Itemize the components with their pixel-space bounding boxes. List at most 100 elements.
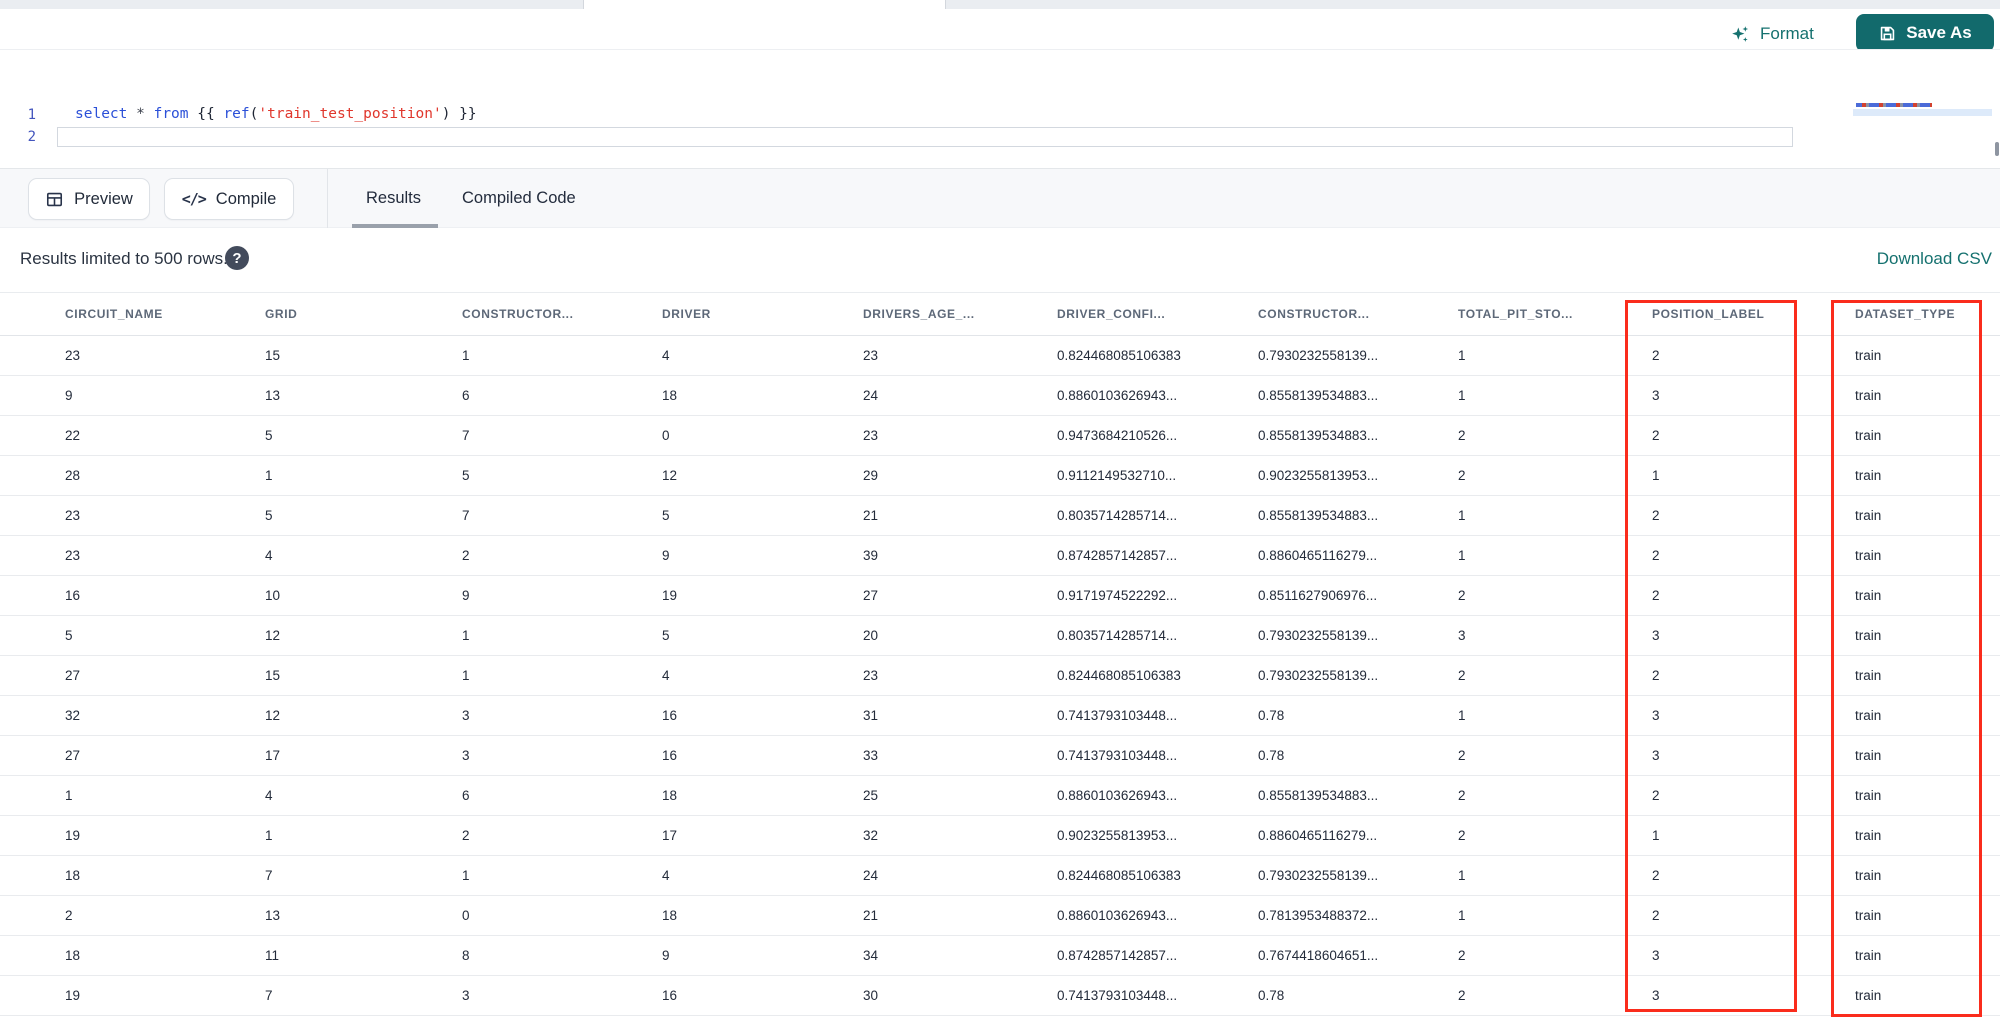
table-cell: 2 — [1458, 988, 1466, 1003]
table-cell: 3 — [1652, 748, 1660, 763]
column-header: DRIVER_CONFI... — [1057, 307, 1166, 321]
sql-ide-screen: Format Save As 1 2 select * from {{ ref(… — [0, 0, 2000, 1020]
table-cell: 2 — [1458, 588, 1466, 603]
table-cell: 13 — [265, 908, 281, 923]
tab-results[interactable]: Results — [366, 169, 421, 228]
table-cell: 0 — [662, 428, 670, 443]
table-cell: 18 — [65, 948, 81, 963]
results-action-bar: Preview </> Compile Results Compiled Cod… — [0, 168, 2000, 228]
tab-compiled-code[interactable]: Compiled Code — [462, 169, 576, 228]
table-cell: 0.8860103626943... — [1057, 388, 1178, 403]
table-cell: 5 — [265, 428, 273, 443]
table-cell: 1 — [1458, 548, 1466, 563]
code-editor[interactable]: 1 2 select * from {{ ref('train_test_pos… — [0, 50, 2000, 218]
table-cell: 21 — [863, 508, 879, 523]
table-cell: 23 — [863, 668, 879, 683]
download-csv-link[interactable]: Download CSV — [1877, 249, 1992, 269]
save-as-button[interactable]: Save As — [1856, 14, 1994, 52]
table-cell: 3 — [462, 988, 470, 1003]
table-cell: 7 — [265, 988, 273, 1003]
table-cell: train — [1855, 508, 1882, 523]
table-cell: 7 — [462, 428, 470, 443]
preview-label: Preview — [74, 189, 133, 208]
compile-button[interactable]: </> Compile — [164, 178, 294, 220]
table-cell: 0.7413793103448... — [1057, 988, 1178, 1003]
table-cell: 20 — [863, 628, 879, 643]
table-cell: 12 — [662, 468, 678, 483]
file-tabstrip — [0, 0, 2000, 9]
table-cell: 0.7413793103448... — [1057, 708, 1178, 723]
table-cell: 5 — [662, 508, 670, 523]
table-cell: 1 — [1458, 508, 1466, 523]
table-cell: 16 — [662, 708, 678, 723]
table-cell: 4 — [265, 548, 273, 563]
table-cell: 2 — [1652, 348, 1660, 363]
table-cell: 2 — [1458, 948, 1466, 963]
table-cell: 0.824468085106383 — [1057, 868, 1181, 883]
table-cell: 27 — [65, 748, 81, 763]
table-row: 2 13 0 18 21 0.8860103626943... 0.781395348837… — [0, 896, 2000, 936]
table-cell: 0.8035714285714... — [1057, 508, 1178, 523]
table-grid-icon — [45, 190, 64, 209]
table-cell: 0.8860103626943... — [1057, 788, 1178, 803]
table-cell: 2 — [65, 908, 73, 923]
table-cell: 1 — [1652, 468, 1660, 483]
table-cell: 2 — [1652, 588, 1660, 603]
table-cell: 32 — [65, 708, 81, 723]
table-cell: 10 — [265, 588, 281, 603]
table-cell: 1 — [1458, 348, 1466, 363]
table-cell: 18 — [662, 388, 678, 403]
inactive-tab-left[interactable] — [0, 0, 584, 9]
table-cell: 0.78 — [1258, 708, 1285, 723]
table-cell: 23 — [65, 548, 81, 563]
table-row: 22 5 7 0 23 0.9473684210526... 0.8558139534883… — [0, 416, 2000, 456]
format-button[interactable]: Format — [1730, 21, 1814, 47]
code-token: * — [136, 106, 145, 122]
table-cell: 23 — [863, 348, 879, 363]
table-cell: 33 — [863, 748, 879, 763]
table-cell: 0.9112149532710... — [1057, 468, 1177, 483]
table-cell: 23 — [863, 428, 879, 443]
table-cell: 0.78 — [1258, 748, 1285, 763]
table-cell: 1 — [1652, 828, 1660, 843]
table-cell: train — [1855, 708, 1882, 723]
table-cell: 0.78 — [1258, 988, 1285, 1003]
preview-button[interactable]: Preview — [28, 178, 150, 220]
table-cell: train — [1855, 388, 1882, 403]
table-cell: train — [1855, 788, 1882, 803]
help-icon[interactable]: ? — [225, 246, 249, 270]
save-icon — [1878, 24, 1897, 43]
table-cell: 3 — [1652, 708, 1660, 723]
table-cell: 31 — [863, 708, 879, 723]
table-cell: 23 — [65, 348, 81, 363]
table-cell: 1 — [265, 828, 273, 843]
table-cell: 1 — [265, 468, 273, 483]
table-cell: 0.8035714285714... — [1057, 628, 1178, 643]
table-row: 18 11 8 9 34 0.8742857142857... 0.767441860465… — [0, 936, 2000, 976]
inactive-tab-right[interactable] — [945, 0, 2000, 9]
minimap-code-line — [1856, 103, 1932, 107]
table-row: 16 10 9 19 27 0.9171974522292... 0.85116279069… — [0, 576, 2000, 616]
table-cell: train — [1855, 908, 1882, 923]
code-token: from — [153, 106, 189, 122]
table-cell: 25 — [863, 788, 879, 803]
table-cell: 9 — [662, 948, 670, 963]
editor-scrollbar[interactable] — [1995, 142, 1999, 156]
table-cell: 3 — [462, 708, 470, 723]
table-cell: 18 — [65, 868, 81, 883]
table-cell: 0.8558139534883... — [1258, 388, 1379, 403]
table-cell: 22 — [65, 428, 81, 443]
table-cell: 0.824468085106383 — [1057, 668, 1181, 683]
table-row: 9 13 6 18 24 0.8860103626943... 0.855813953488… — [0, 376, 2000, 416]
table-cell: 0.7930232558139... — [1258, 668, 1379, 683]
table-cell: 3 — [1652, 628, 1660, 643]
table-cell: 3 — [1458, 628, 1466, 643]
table-cell: 2 — [462, 828, 470, 843]
column-header: DRIVER — [662, 307, 711, 321]
column-header: CONSTRUCTOR... — [462, 307, 574, 321]
table-cell: 9 — [662, 548, 670, 563]
table-cell: 0.8558139534883... — [1258, 428, 1379, 443]
table-body: 23 15 1 4 23 0.824468085106383 0.7930232558139… — [0, 336, 2000, 1016]
table-row: 5 12 1 5 20 0.8035714285714... 0.7930232558139… — [0, 616, 2000, 656]
table-cell: 24 — [863, 868, 879, 883]
